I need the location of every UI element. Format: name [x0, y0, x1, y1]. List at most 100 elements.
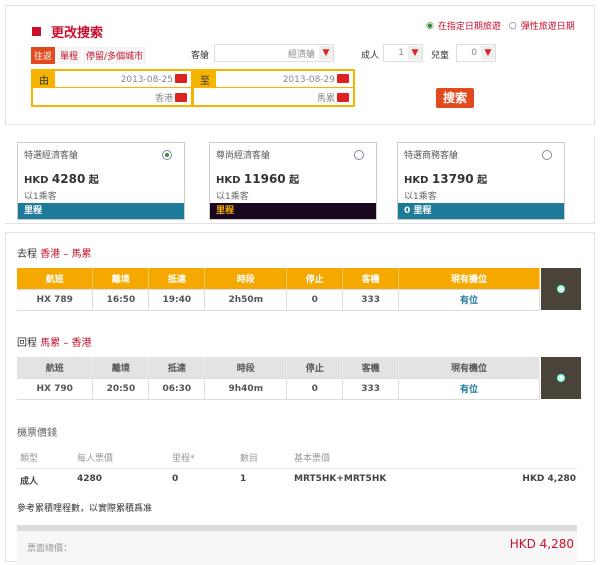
price-value: 13790: [431, 172, 474, 186]
city-list-icon[interactable]: [175, 93, 187, 102]
column-header: 時段: [204, 357, 288, 379]
outbound-title: 去程 香港 – 馬累: [17, 245, 92, 260]
currency: HKD: [216, 175, 241, 186]
total-box: [17, 525, 577, 565]
cell: 19:40: [148, 289, 206, 311]
cell: 9h40m: [204, 378, 288, 400]
cell: 有位: [398, 378, 540, 400]
select-outbound-button[interactable]: [541, 268, 581, 310]
table-header: 航班 離境 抵達 時段 停止 客機 現有機位: [17, 268, 540, 290]
price-value: 4280: [51, 172, 86, 186]
price-row-total: HKD 4,280: [522, 474, 576, 484]
inbound-title: 回程 馬累 – 香港: [17, 334, 92, 349]
column-header: 抵達: [148, 357, 206, 379]
cabin-card[interactable]: 特選商務客艙 HKD 13790 起 以1乘客 0 里程: [397, 142, 565, 220]
trip-type-tabs: 往返 單程 停留/多個城市: [31, 47, 148, 64]
price-header: 基本票價: [294, 454, 331, 464]
outbound-table: 航班 離境 抵達 時段 停止 客機 現有機位 HX 789 16:50 19:40 2h50m 0 33…: [17, 268, 540, 311]
from-box[interactable]: 由 2013-08-25 香港: [31, 69, 193, 107]
price-header: 數目: [240, 454, 259, 464]
label-flexible-date: 彈性旅遊日期: [520, 22, 575, 32]
return-date: 2013-08-29: [282, 75, 335, 85]
adult-label: 成人: [361, 51, 380, 61]
label-fixed-date: 在指定日期旅遊: [437, 22, 501, 32]
origin-city: 香港: [154, 94, 173, 104]
miles-bar: 里程: [210, 203, 376, 219]
column-header: 客機: [342, 357, 400, 379]
price-header: 每人票價: [77, 454, 114, 464]
cabin-value: 經濟艙: [287, 49, 315, 60]
search-panel: 更改搜索 ◉ 在指定日期旅遊 ○ 彈性旅遊日期 往返 單程 停留/多個城市 客艙 經…: [5, 5, 595, 125]
column-header: 離境: [92, 357, 150, 379]
cell: HX 790: [17, 378, 94, 400]
column-header: 航班: [17, 357, 94, 379]
passenger-text: 以1乘客: [404, 192, 437, 202]
inbound-table: 航班 離境 抵達 時段 停止 客機 現有機位 HX 790 20:50 06:30 9h40m 0 33…: [17, 357, 540, 400]
price-cell: MRT5HK+MRT5HK: [294, 474, 387, 484]
column-header: 離境: [92, 268, 150, 290]
table-header: 航班 離境 抵達 時段 停止 客機 現有機位: [17, 357, 540, 379]
child-select[interactable]: 0 ▼: [456, 44, 496, 62]
cell: 16:50: [92, 289, 150, 311]
price-cell: 1: [240, 474, 247, 484]
to-box[interactable]: 至 2013-08-29 馬累: [192, 69, 355, 107]
chevron-down-icon: ▼: [408, 46, 422, 60]
cabin-price: HKD 4280 起: [24, 171, 99, 186]
total-label: 票面總價：: [27, 544, 73, 554]
column-header: 停止: [286, 357, 344, 379]
search-button[interactable]: 搜索: [436, 88, 474, 108]
radio-icon: [557, 374, 565, 382]
cell: 06:30: [148, 378, 206, 400]
adult-select[interactable]: 1 ▼: [383, 44, 423, 62]
search-title: 更改搜索: [51, 26, 104, 41]
column-header: 時段: [204, 268, 288, 290]
cell: 20:50: [92, 378, 150, 400]
price-cell: 成人: [20, 477, 39, 487]
radio-icon: [557, 285, 565, 293]
cabin-select[interactable]: 經濟艙 ▼: [214, 44, 334, 62]
date-options: ◉ 在指定日期旅遊 ○ 彈性旅遊日期: [426, 19, 575, 33]
currency: HKD: [24, 175, 49, 186]
price-title: 機票價錢: [17, 428, 57, 439]
price-suffix: 起: [477, 175, 488, 186]
adult-value: 1: [398, 48, 404, 58]
cabin-name: 特選經濟客艙: [24, 151, 79, 161]
cabin-price: HKD 13790 起: [404, 171, 487, 186]
cell: HX 789: [17, 289, 94, 311]
tab-multi-city[interactable]: 停留/多個城市: [83, 47, 147, 64]
passenger-text: 以1乘客: [24, 192, 57, 202]
cell: 2h50m: [204, 289, 288, 311]
passenger-text: 以1乘客: [216, 192, 249, 202]
from-label: 由: [33, 71, 55, 87]
radio-icon[interactable]: [162, 150, 172, 160]
cabin-name: 尊尚經濟客艙: [216, 151, 271, 161]
radio-icon[interactable]: [354, 150, 364, 160]
mileage-note: 參考累積哩程數，以實際累積爲准: [17, 504, 153, 514]
child-label: 兒童: [431, 51, 450, 61]
cabin-card[interactable]: 尊尚經濟客艙 HKD 11960 起 以1乘客 里程: [209, 142, 377, 220]
radio-flexible-date[interactable]: ○: [509, 21, 517, 31]
radio-icon[interactable]: [542, 150, 552, 160]
tab-round-trip[interactable]: 往返: [31, 47, 56, 64]
inbound-route: 馬累 – 香港: [40, 338, 92, 349]
calendar-icon[interactable]: [337, 74, 349, 83]
chevron-down-icon: ▼: [481, 46, 495, 60]
table-row[interactable]: HX 789 16:50 19:40 2h50m 0 333 有位: [17, 289, 540, 311]
cell: 0: [286, 378, 344, 400]
cabin-card[interactable]: 特選經濟客艙 HKD 4280 起 以1乘客 里程: [17, 142, 185, 220]
select-inbound-button[interactable]: [541, 357, 581, 399]
price-cell: 4280: [77, 474, 103, 484]
radio-fixed-date[interactable]: ◉: [426, 21, 434, 31]
tab-one-way[interactable]: 單程: [57, 47, 82, 64]
depart-date: 2013-08-25: [120, 75, 173, 85]
outbound-label: 去程: [17, 249, 37, 260]
city-list-icon[interactable]: [337, 93, 349, 102]
column-header: 現有機位: [398, 268, 540, 290]
miles-bar: 里程: [18, 203, 184, 219]
column-header: 抵達: [148, 268, 206, 290]
cell: 0: [286, 289, 344, 311]
calendar-icon[interactable]: [175, 74, 187, 83]
collapse-icon[interactable]: [32, 27, 41, 36]
table-row[interactable]: HX 790 20:50 06:30 9h40m 0 333 有位: [17, 378, 540, 400]
price-value: 11960: [243, 172, 286, 186]
